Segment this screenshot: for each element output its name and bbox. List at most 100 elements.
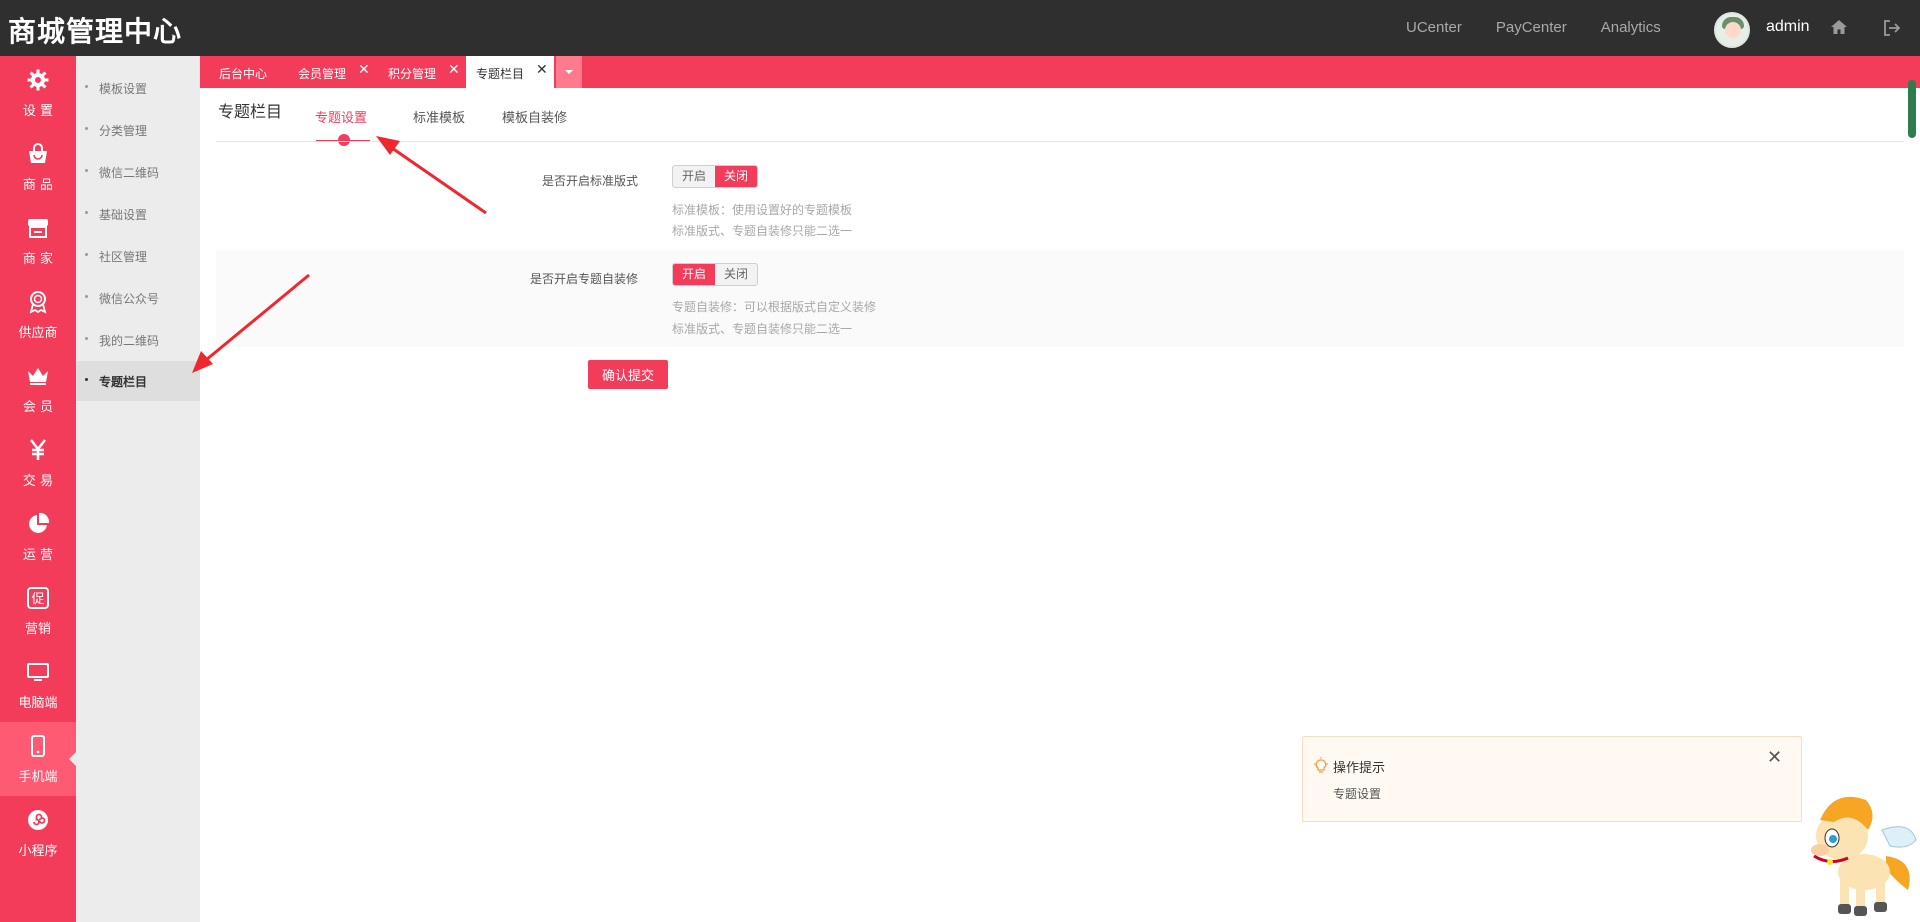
subtab-template-decoration[interactable]: 模板自装修: [502, 107, 567, 126]
sidebar-item-label: 微信公众号: [99, 292, 160, 306]
bullet-icon: [85, 127, 88, 130]
page-title: 专题栏目: [218, 102, 283, 121]
scrollbar[interactable]: [1908, 80, 1916, 138]
nav-mobile[interactable]: 手机端: [0, 722, 76, 796]
submit-button[interactable]: 确认提交: [588, 360, 668, 389]
avatar[interactable]: [1714, 12, 1750, 48]
mobile-icon: [31, 735, 45, 757]
tab-label: 积分管理: [388, 67, 437, 81]
nav-pc[interactable]: 电脑端: [0, 648, 76, 722]
bullet-icon: [85, 295, 88, 298]
nav-marketing[interactable]: 促 营销: [0, 574, 76, 648]
sidebar-item-label: 微信二维码: [99, 166, 160, 180]
close-icon[interactable]: ✕: [358, 62, 370, 78]
bullet-icon: [85, 378, 88, 381]
bag-icon: [29, 143, 47, 163]
ucenter-link[interactable]: UCenter: [1406, 19, 1462, 36]
tab-special-column[interactable]: 专题栏目 ✕: [466, 56, 554, 88]
close-icon[interactable]: ✕: [536, 62, 548, 78]
standard-layout-hint-1: 标准模板：使用设置好的专题模板: [672, 203, 853, 217]
sidebar-item-template-settings[interactable]: 模板设置: [76, 68, 200, 108]
nav-label: 营销: [24, 622, 51, 637]
sidebar-item-label: 分类管理: [99, 124, 148, 138]
self-decoration-hint-1: 专题自装修：可以根据版式自定义装修: [672, 300, 877, 314]
logout-icon[interactable]: [1883, 19, 1901, 37]
toggle-on-option[interactable]: 开启: [673, 264, 715, 285]
monitor-icon: [27, 663, 49, 681]
header-divider: [216, 141, 1904, 142]
tab-dropdown-button[interactable]: [556, 56, 582, 88]
brand-title: 商城管理中心: [8, 15, 183, 48]
sidebar-item-community[interactable]: 社区管理: [76, 236, 200, 276]
tip-body: 专题设置: [1333, 787, 1382, 801]
nav-members[interactable]: 会 员: [0, 352, 76, 426]
toggle-off-option[interactable]: 关闭: [715, 264, 757, 285]
nav-label: 商 家: [22, 252, 54, 267]
standard-layout-label: 是否开启标准版式: [541, 174, 638, 188]
crown-icon: [28, 368, 48, 385]
nav-suppliers[interactable]: 供应商: [0, 278, 76, 352]
sidebar-item-label: 我的二维码: [99, 334, 160, 348]
nav-operations[interactable]: 运 营: [0, 500, 76, 574]
sidebar-item-category[interactable]: 分类管理: [76, 110, 200, 150]
bullet-icon: [85, 211, 88, 214]
self-decoration-label: 是否开启专题自装修: [529, 272, 638, 286]
bullet-icon: [85, 169, 88, 172]
sidebar-item-basic-settings[interactable]: 基础设置: [76, 194, 200, 234]
toggle-off-option[interactable]: 关闭: [715, 166, 757, 187]
tab-points-management[interactable]: 积分管理 ✕: [370, 56, 466, 88]
nav-label: 小程序: [18, 844, 58, 859]
gear-icon: [27, 69, 49, 91]
subtab-topic-settings[interactable]: 专题设置: [315, 107, 367, 126]
store-icon: [28, 219, 48, 238]
nav-trade[interactable]: 交 易: [0, 426, 76, 500]
lightbulb-icon: [1314, 757, 1328, 773]
nav-merchants[interactable]: 商 家: [0, 204, 76, 278]
tab-label: 后台中心: [219, 67, 268, 81]
close-icon[interactable]: ✕: [1767, 747, 1782, 768]
sidebar-item-wechat-official[interactable]: 微信公众号: [76, 278, 200, 318]
nav-label: 商 品: [22, 178, 54, 193]
home-icon[interactable]: [1830, 19, 1848, 35]
subtab-indicator-dot: [338, 134, 350, 146]
paycenter-link[interactable]: PayCenter: [1496, 19, 1567, 36]
analytics-link[interactable]: Analytics: [1601, 19, 1661, 36]
sidebar-item-my-qrcode[interactable]: 我的二维码: [76, 320, 200, 360]
tab-member-management[interactable]: 会员管理 ✕: [280, 56, 370, 88]
nav-label: 运 营: [22, 548, 54, 563]
tab-admin-center[interactable]: 后台中心: [200, 56, 280, 88]
nav-label: 电脑端: [18, 696, 58, 711]
close-icon[interactable]: ✕: [448, 62, 460, 78]
nav-label: 手机端: [18, 770, 58, 785]
svg-text:促: 促: [31, 592, 44, 607]
operation-tip-panel: 操作提示 专题设置 ✕: [1302, 736, 1802, 822]
sidebar-item-wechat-qrcode[interactable]: 微信二维码: [76, 152, 200, 192]
primary-sidebar: 设 置 商 品 商 家 供应商 会 员 交 易 运 营 促 营销 电脑端 手机端…: [0, 56, 76, 922]
miniprogram-icon: [28, 810, 48, 830]
pie-chart-icon: [29, 512, 50, 533]
bullet-icon: [85, 253, 88, 256]
sidebar-item-label: 基础设置: [99, 208, 148, 222]
nav-label: 会 员: [22, 400, 54, 415]
secondary-sidebar: 模板设置 分类管理 微信二维码 基础设置 社区管理 微信公众号 我的二维码 专题…: [76, 56, 200, 922]
nav-label: 交 易: [22, 474, 54, 489]
tab-bar: 后台中心 会员管理 ✕ 积分管理 ✕ 专题栏目 ✕: [200, 56, 1920, 88]
username[interactable]: admin: [1766, 18, 1810, 36]
pony-mascot-image[interactable]: [1790, 780, 1920, 922]
sidebar-item-label: 社区管理: [99, 250, 148, 264]
standard-layout-hint-2: 标准版式、专题自装修只能二选一: [672, 224, 853, 238]
top-links: UCenter PayCenter Analytics: [1406, 19, 1695, 36]
toggle-on-option[interactable]: 开启: [673, 166, 715, 187]
standard-layout-toggle[interactable]: 开启 关闭: [672, 165, 758, 188]
nav-settings[interactable]: 设 置: [0, 56, 76, 130]
sidebar-item-special-column[interactable]: 专题栏目: [76, 361, 200, 401]
nav-miniprogram[interactable]: 小程序: [0, 796, 76, 870]
subtab-standard-template[interactable]: 标准模板: [413, 107, 465, 126]
self-decoration-toggle[interactable]: 开启 关闭: [672, 263, 758, 286]
top-header: 商城管理中心 UCenter PayCenter Analytics admin: [0, 0, 1920, 56]
nav-products[interactable]: 商 品: [0, 130, 76, 204]
tab-label: 会员管理: [298, 67, 347, 81]
sidebar-item-label: 模板设置: [99, 82, 148, 96]
promo-icon: 促: [27, 587, 49, 609]
bullet-icon: [85, 337, 88, 340]
